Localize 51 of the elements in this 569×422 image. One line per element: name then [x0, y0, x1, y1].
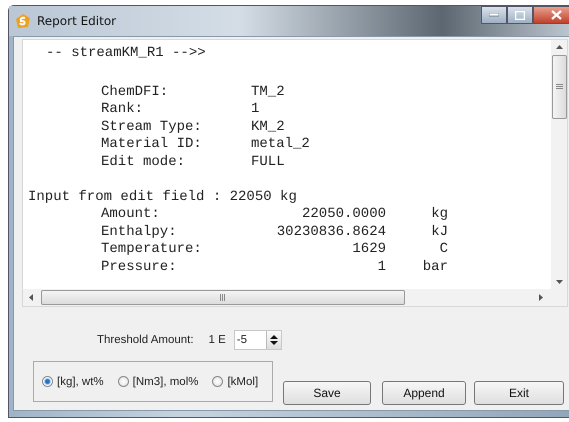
report-text-area[interactable]: [22, 39, 568, 307]
field-value: 1: [251, 101, 260, 119]
report-header: -- streamKM_R1 -->>: [45, 45, 207, 63]
close-icon: [550, 10, 562, 20]
maximize-button[interactable]: [507, 6, 533, 24]
unit-radio[interactable]: [Nm3], mol%: [118, 376, 198, 388]
unit-radio[interactable]: [kg], wt%: [42, 376, 104, 388]
maximize-icon: [515, 10, 525, 20]
quantity-value: 30230836.8624: [276, 224, 386, 242]
field-label: Stream Type:: [101, 118, 203, 136]
quantity-unit: C: [438, 241, 448, 259]
quantity-label: Amount:: [101, 206, 161, 224]
spin-arrows-icon: [270, 334, 278, 346]
down-arrow-icon: [556, 280, 562, 284]
close-button[interactable]: [533, 6, 569, 24]
field-value: metal_2: [251, 136, 310, 154]
field-label: Rank:: [101, 101, 144, 119]
dialog-button[interactable]: Save: [283, 381, 371, 405]
minimize-icon: [489, 13, 499, 17]
field-label: Edit mode:: [101, 154, 186, 172]
field-label: Material ID:: [101, 136, 203, 154]
field-value: FULL: [251, 154, 286, 172]
quantity-label: Pressure:: [101, 258, 178, 277]
field-value: KM_2: [251, 118, 286, 136]
right-arrow-icon: [539, 294, 543, 301]
exponent-prefix: 1 E: [208, 334, 226, 346]
quantity-label: Temperature:: [101, 241, 203, 259]
window-title: Report Editor: [37, 14, 116, 28]
field-value: TM_2: [251, 84, 286, 102]
unit-radio[interactable]: [kMol]: [212, 376, 258, 388]
quantity-unit: kg: [430, 206, 448, 224]
quantity-value: 1629: [351, 241, 386, 259]
dialog-button[interactable]: Exit: [474, 381, 564, 405]
vertical-scrollbar[interactable]: [551, 40, 567, 289]
quantity-value: 1: [376, 258, 386, 277]
grip-icon: [556, 84, 562, 90]
quantity-unit: kJ: [430, 224, 448, 242]
app-logo-icon: [15, 13, 31, 29]
quantity-label: Enthalpy:: [101, 224, 178, 242]
left-arrow-icon: [29, 294, 33, 301]
minimize-button[interactable]: [481, 6, 507, 24]
threshold-label: Threshold Amount:: [97, 334, 194, 346]
dialog-button[interactable]: Append: [382, 381, 466, 405]
grip-icon: [220, 294, 226, 301]
field-label: ChemDFI:: [101, 84, 170, 102]
quantity-value: 22050.0000: [300, 206, 386, 224]
horizontal-scrollbar[interactable]: [23, 289, 567, 306]
threshold-spinner[interactable]: -5: [234, 330, 282, 350]
up-arrow-icon: [556, 45, 562, 49]
input-line: Input from edit field : 22050 kg: [28, 188, 298, 206]
quantity-unit: bar: [422, 258, 448, 277]
